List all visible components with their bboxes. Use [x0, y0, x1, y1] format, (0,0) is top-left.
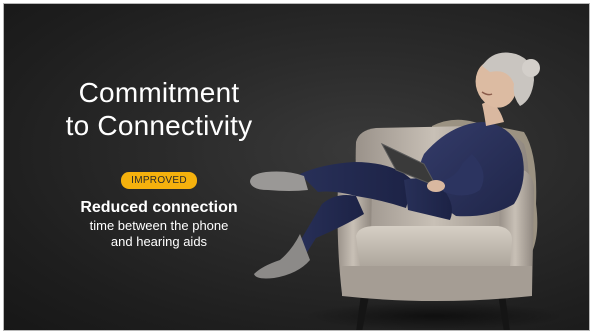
improved-badge: IMPROVED — [121, 172, 197, 189]
slide-headline: Commitment to Connectivity — [44, 76, 274, 142]
subhead: Reduced connection — [80, 199, 238, 216]
text-block: Commitment to Connectivity IMPROVED Redu… — [44, 76, 274, 250]
detail-line-2: and hearing aids — [110, 234, 208, 249]
detail-text: time between the phone and hearing aids — [44, 218, 274, 250]
slide: Commitment to Connectivity IMPROVED Redu… — [3, 3, 590, 331]
headline-line-1: Commitment — [78, 77, 240, 108]
detail-line-1: time between the phone — [89, 218, 229, 233]
headline-line-2: to Connectivity — [65, 110, 253, 141]
